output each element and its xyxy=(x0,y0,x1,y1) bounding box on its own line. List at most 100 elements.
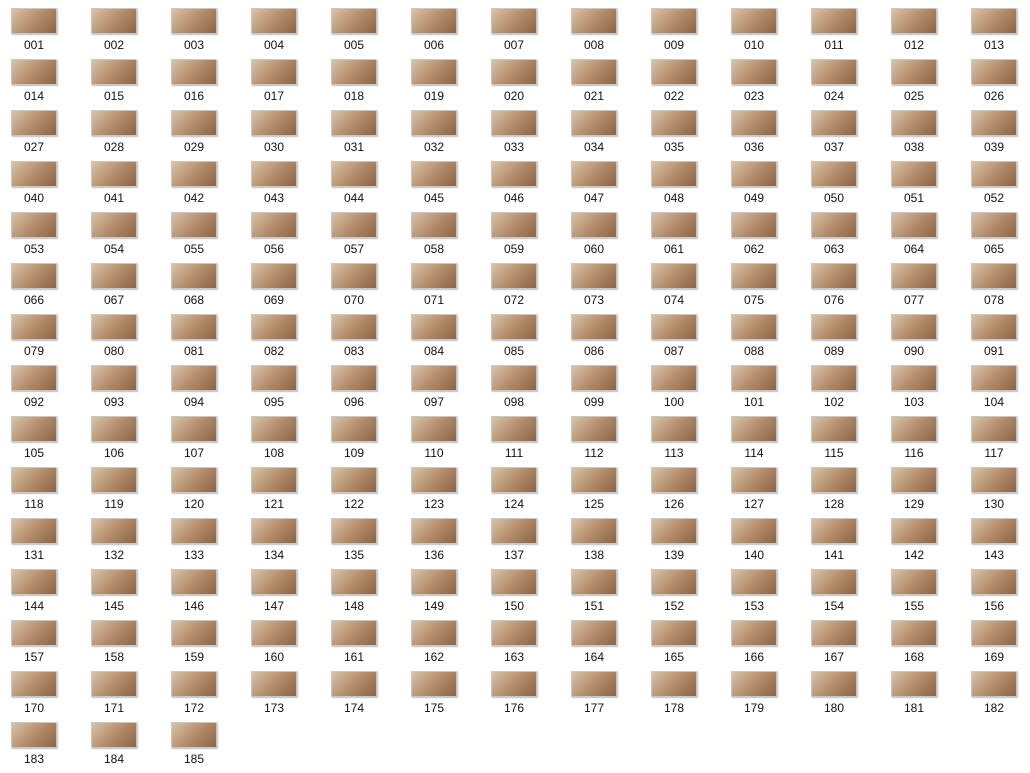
thumbnail-image[interactable] xyxy=(971,365,1017,391)
file-item[interactable]: 060 xyxy=(570,212,650,263)
thumbnail-image[interactable] xyxy=(251,416,297,442)
thumbnail-image[interactable] xyxy=(971,620,1017,646)
file-item[interactable]: 163 xyxy=(490,620,570,671)
thumbnail-image[interactable] xyxy=(11,212,57,238)
file-item[interactable]: 078 xyxy=(970,263,1030,314)
file-item[interactable]: 054 xyxy=(90,212,170,263)
thumbnail-image[interactable] xyxy=(11,110,57,136)
thumbnail-image[interactable] xyxy=(971,518,1017,544)
thumbnail-image[interactable] xyxy=(171,620,217,646)
file-item[interactable]: 034 xyxy=(570,110,650,161)
thumbnail-image[interactable] xyxy=(971,59,1017,85)
thumbnail-image[interactable] xyxy=(971,110,1017,136)
thumbnail-image[interactable] xyxy=(91,671,137,697)
file-item[interactable]: 029 xyxy=(170,110,250,161)
file-item[interactable]: 075 xyxy=(730,263,810,314)
thumbnail-image[interactable] xyxy=(91,416,137,442)
thumbnail-image[interactable] xyxy=(811,161,857,187)
thumbnail-image[interactable] xyxy=(571,110,617,136)
thumbnail-image[interactable] xyxy=(11,620,57,646)
thumbnail-image[interactable] xyxy=(11,59,57,85)
thumbnail-image[interactable] xyxy=(91,467,137,493)
file-item[interactable]: 070 xyxy=(330,263,410,314)
file-item[interactable]: 097 xyxy=(410,365,490,416)
thumbnail-image[interactable] xyxy=(411,263,457,289)
file-item[interactable]: 096 xyxy=(330,365,410,416)
file-item[interactable]: 094 xyxy=(170,365,250,416)
file-item[interactable]: 098 xyxy=(490,365,570,416)
file-item[interactable]: 025 xyxy=(890,59,970,110)
file-item[interactable]: 069 xyxy=(250,263,330,314)
file-item[interactable]: 116 xyxy=(890,416,970,467)
file-item[interactable]: 005 xyxy=(330,8,410,59)
file-item[interactable]: 182 xyxy=(970,671,1030,722)
file-item[interactable]: 158 xyxy=(90,620,170,671)
thumbnail-image[interactable] xyxy=(731,110,777,136)
file-item[interactable]: 142 xyxy=(890,518,970,569)
thumbnail-image[interactable] xyxy=(571,365,617,391)
thumbnail-image[interactable] xyxy=(811,416,857,442)
thumbnail-image[interactable] xyxy=(251,569,297,595)
file-item[interactable]: 048 xyxy=(650,161,730,212)
thumbnail-image[interactable] xyxy=(251,314,297,340)
file-item[interactable]: 139 xyxy=(650,518,730,569)
file-item[interactable]: 107 xyxy=(170,416,250,467)
thumbnail-image[interactable] xyxy=(91,620,137,646)
file-item[interactable]: 013 xyxy=(970,8,1030,59)
thumbnail-image[interactable] xyxy=(251,365,297,391)
thumbnail-image[interactable] xyxy=(491,620,537,646)
file-item[interactable]: 146 xyxy=(170,569,250,620)
thumbnail-image[interactable] xyxy=(171,365,217,391)
file-item[interactable]: 074 xyxy=(650,263,730,314)
thumbnail-image[interactable] xyxy=(571,620,617,646)
thumbnail-image[interactable] xyxy=(491,110,537,136)
file-item[interactable]: 066 xyxy=(10,263,90,314)
thumbnail-image[interactable] xyxy=(971,671,1017,697)
file-item[interactable]: 169 xyxy=(970,620,1030,671)
thumbnail-image[interactable] xyxy=(891,569,937,595)
thumbnail-image[interactable] xyxy=(811,59,857,85)
file-item[interactable]: 149 xyxy=(410,569,490,620)
thumbnail-image[interactable] xyxy=(891,671,937,697)
file-item[interactable]: 088 xyxy=(730,314,810,365)
thumbnail-image[interactable] xyxy=(411,416,457,442)
thumbnail-image[interactable] xyxy=(91,569,137,595)
file-item[interactable]: 091 xyxy=(970,314,1030,365)
thumbnail-image[interactable] xyxy=(331,620,377,646)
file-item[interactable]: 153 xyxy=(730,569,810,620)
thumbnail-image[interactable] xyxy=(411,314,457,340)
thumbnail-image[interactable] xyxy=(731,263,777,289)
file-item[interactable]: 152 xyxy=(650,569,730,620)
thumbnail-image[interactable] xyxy=(971,569,1017,595)
thumbnail-image[interactable] xyxy=(491,671,537,697)
thumbnail-image[interactable] xyxy=(11,314,57,340)
thumbnail-image[interactable] xyxy=(11,416,57,442)
thumbnail-image[interactable] xyxy=(731,314,777,340)
thumbnail-image[interactable] xyxy=(571,416,617,442)
thumbnail-image[interactable] xyxy=(11,365,57,391)
file-item[interactable]: 049 xyxy=(730,161,810,212)
file-item[interactable]: 104 xyxy=(970,365,1030,416)
thumbnail-image[interactable] xyxy=(171,8,217,34)
file-item[interactable]: 008 xyxy=(570,8,650,59)
thumbnail-image[interactable] xyxy=(731,59,777,85)
thumbnail-image[interactable] xyxy=(171,416,217,442)
file-item[interactable]: 053 xyxy=(10,212,90,263)
thumbnail-image[interactable] xyxy=(731,161,777,187)
thumbnail-image[interactable] xyxy=(411,161,457,187)
file-item[interactable]: 055 xyxy=(170,212,250,263)
file-item[interactable]: 132 xyxy=(90,518,170,569)
thumbnail-image[interactable] xyxy=(651,365,697,391)
thumbnail-image[interactable] xyxy=(971,314,1017,340)
file-item[interactable]: 155 xyxy=(890,569,970,620)
thumbnail-image[interactable] xyxy=(331,8,377,34)
thumbnail-image[interactable] xyxy=(331,110,377,136)
thumbnail-image[interactable] xyxy=(91,110,137,136)
thumbnail-image[interactable] xyxy=(11,161,57,187)
file-item[interactable]: 014 xyxy=(10,59,90,110)
file-item[interactable]: 118 xyxy=(10,467,90,518)
file-item[interactable]: 138 xyxy=(570,518,650,569)
thumbnail-image[interactable] xyxy=(811,314,857,340)
thumbnail-image[interactable] xyxy=(811,569,857,595)
file-item[interactable]: 150 xyxy=(490,569,570,620)
